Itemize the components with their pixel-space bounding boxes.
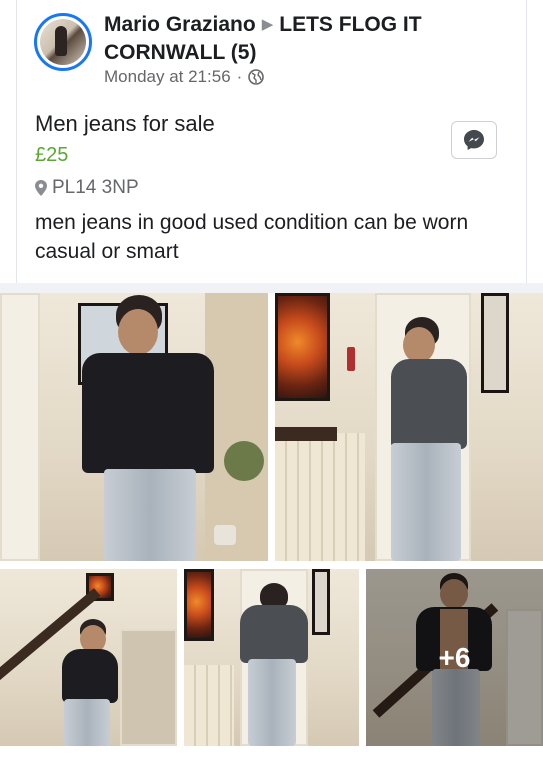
listing-photo-1[interactable]	[0, 293, 268, 561]
listing-location: PL14 3NP	[35, 177, 139, 199]
location-pin-icon	[35, 180, 47, 196]
listing-photo-2[interactable]	[275, 293, 543, 561]
globe-icon	[248, 69, 265, 85]
photo-toilet	[214, 525, 236, 545]
photo-stair-spindles	[275, 433, 365, 561]
meta-separator: ·	[236, 67, 243, 86]
marketplace-post: Mario Graziano ▶ LETS FLOG IT CORNWALL (5)…	[0, 0, 543, 768]
avatar-figure	[55, 26, 67, 56]
person-head	[403, 327, 435, 363]
card-border-right	[526, 0, 527, 283]
card-border-left	[16, 0, 17, 283]
bottom-strip	[0, 746, 543, 768]
photo-painting	[275, 293, 330, 401]
arrow-right-icon: ▶	[261, 16, 274, 33]
more-photos-count: +6	[438, 641, 471, 673]
person-jeans	[64, 699, 110, 746]
photo-plant	[224, 441, 264, 481]
post-timestamp[interactable]: Monday at 21:56	[104, 67, 231, 87]
person-jeans	[104, 469, 196, 561]
location-text: PL14 3NP	[52, 177, 139, 198]
person-head	[118, 309, 158, 355]
person-torso	[391, 359, 467, 449]
photo-stair-spindles	[184, 665, 234, 746]
listing-price: £25	[35, 144, 69, 166]
photo-painting	[184, 569, 214, 641]
photo-phone	[347, 347, 355, 371]
photo-banister	[275, 427, 337, 441]
more-photos-overlay[interactable]: +6	[366, 569, 543, 746]
author-avatar[interactable]	[34, 13, 92, 71]
messenger-icon	[464, 130, 484, 150]
listing-description: men jeans in good used condition can be …	[35, 211, 469, 263]
person-torso	[82, 353, 214, 473]
photo-frame	[312, 569, 330, 635]
listing-photo-3[interactable]	[0, 569, 177, 746]
section-divider	[0, 283, 543, 293]
person-jeans	[248, 659, 296, 746]
author-name[interactable]: Mario Graziano	[104, 13, 256, 36]
person-jeans	[391, 443, 461, 561]
person-torso	[240, 605, 308, 663]
photo-doorway	[205, 293, 268, 561]
listing-title: Men jeans for sale	[35, 111, 215, 136]
photo-frame	[481, 293, 509, 393]
photo-door	[120, 629, 177, 746]
person-torso	[62, 649, 118, 703]
listing-photo-4[interactable]	[184, 569, 359, 746]
post-meta: Monday at 21:56 ·	[104, 67, 265, 87]
post-header: Mario Graziano ▶ LETS FLOG IT CORNWALL (5)	[104, 12, 514, 66]
photo-door	[0, 293, 40, 561]
message-seller-button[interactable]	[451, 121, 497, 159]
